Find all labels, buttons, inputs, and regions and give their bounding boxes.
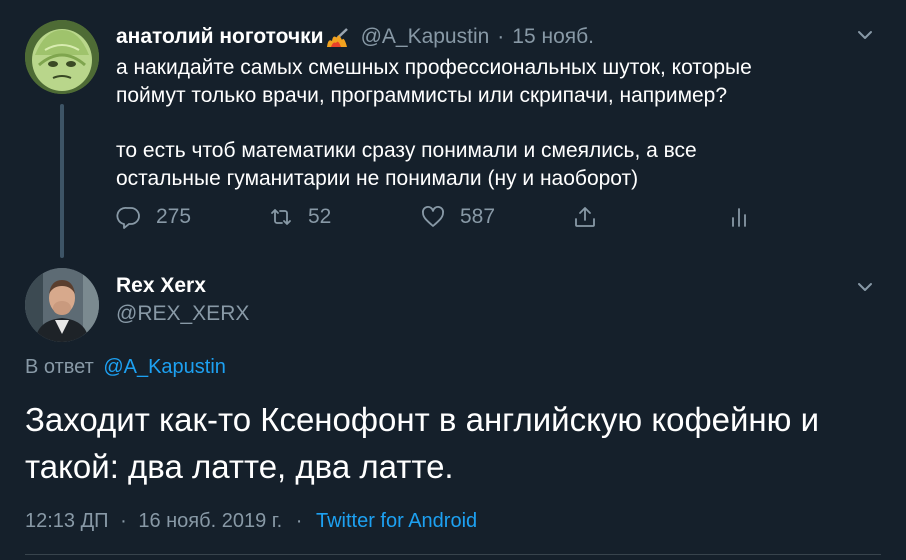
original-text-line: остальные гуманитарии не понимали (ну и … bbox=[116, 167, 639, 190]
reply-author-avatar[interactable] bbox=[25, 268, 99, 342]
reply-date[interactable]: 16 нояб. 2019 г. bbox=[138, 510, 282, 532]
meta-separator: · bbox=[120, 510, 127, 532]
original-author-avatar[interactable] bbox=[25, 20, 99, 94]
replying-to-line: В ответ @A_Kapustin bbox=[25, 356, 226, 379]
chevron-down-icon bbox=[858, 283, 872, 291]
cabbage-avatar-icon bbox=[25, 20, 99, 94]
reply-source-link[interactable]: Twitter for Android bbox=[316, 510, 477, 532]
reply-action[interactable]: 275 bbox=[116, 204, 191, 230]
reply-text-line: такой: два латте, два латте. bbox=[25, 448, 454, 485]
like-action[interactable]: 587 bbox=[420, 204, 495, 230]
original-text-line: а накидайте самых смешных профессиональн… bbox=[116, 56, 752, 79]
thread-connector-line bbox=[60, 104, 64, 258]
original-text-line: поймут только врачи, программисты или ск… bbox=[116, 84, 728, 107]
reply-text-line: Заходит как-то Ксенофонт в английскую ко… bbox=[25, 401, 819, 438]
like-count: 587 bbox=[460, 205, 496, 228]
original-tweet-header: анатолий ноготочки @A_Kapustin · 15 нояб… bbox=[116, 22, 594, 52]
reply-tweet-text: Заходит как-то Ксенофонт в английскую ко… bbox=[25, 396, 895, 490]
person-avatar-icon bbox=[25, 268, 99, 342]
meta-separator: · bbox=[295, 510, 303, 532]
retweet-action[interactable]: 52 bbox=[268, 204, 331, 230]
reply-time[interactable]: 12:13 ДП bbox=[25, 510, 109, 532]
analytics-icon bbox=[732, 208, 746, 227]
original-handle[interactable]: @A_Kapustin bbox=[361, 25, 490, 49]
reply-handle[interactable]: @REX_XERX bbox=[116, 302, 249, 326]
replying-to-label: В ответ bbox=[25, 356, 94, 378]
share-icon bbox=[575, 207, 595, 227]
flame-emoji-icon bbox=[325, 26, 351, 48]
reply-count: 275 bbox=[156, 205, 192, 228]
chevron-down-icon bbox=[858, 31, 872, 39]
reply-more-menu[interactable] bbox=[856, 278, 874, 301]
share-action[interactable] bbox=[572, 204, 598, 230]
bottom-divider bbox=[25, 554, 881, 555]
like-icon bbox=[422, 206, 444, 227]
header-separator: · bbox=[497, 25, 505, 48]
original-tweet[interactable]: анатолий ноготочки @A_Kapustin · 15 нояб… bbox=[0, 0, 906, 260]
reply-display-name[interactable]: Rex Xerx bbox=[116, 274, 206, 298]
reply-icon bbox=[116, 207, 140, 229]
reply-meta-line: 12:13 ДП · 16 нояб. 2019 г. · Twitter fo… bbox=[25, 510, 477, 533]
original-date[interactable]: 15 нояб. bbox=[512, 25, 594, 49]
retweet-count: 52 bbox=[308, 205, 332, 228]
reply-tweet[interactable]: Rex Xerx @REX_XERX В ответ @A_Kapustin З… bbox=[0, 260, 906, 560]
analytics-action[interactable] bbox=[726, 204, 752, 230]
replying-to-handle[interactable]: @A_Kapustin bbox=[103, 356, 226, 378]
original-text-line: то есть чтоб математики сразу понимали и… bbox=[116, 139, 697, 162]
original-tweet-text: а накидайте самых смешных профессиональн… bbox=[116, 54, 876, 193]
original-more-menu[interactable] bbox=[856, 26, 874, 49]
retweet-icon bbox=[271, 209, 291, 225]
original-display-name[interactable]: анатолий ноготочки bbox=[116, 25, 324, 49]
